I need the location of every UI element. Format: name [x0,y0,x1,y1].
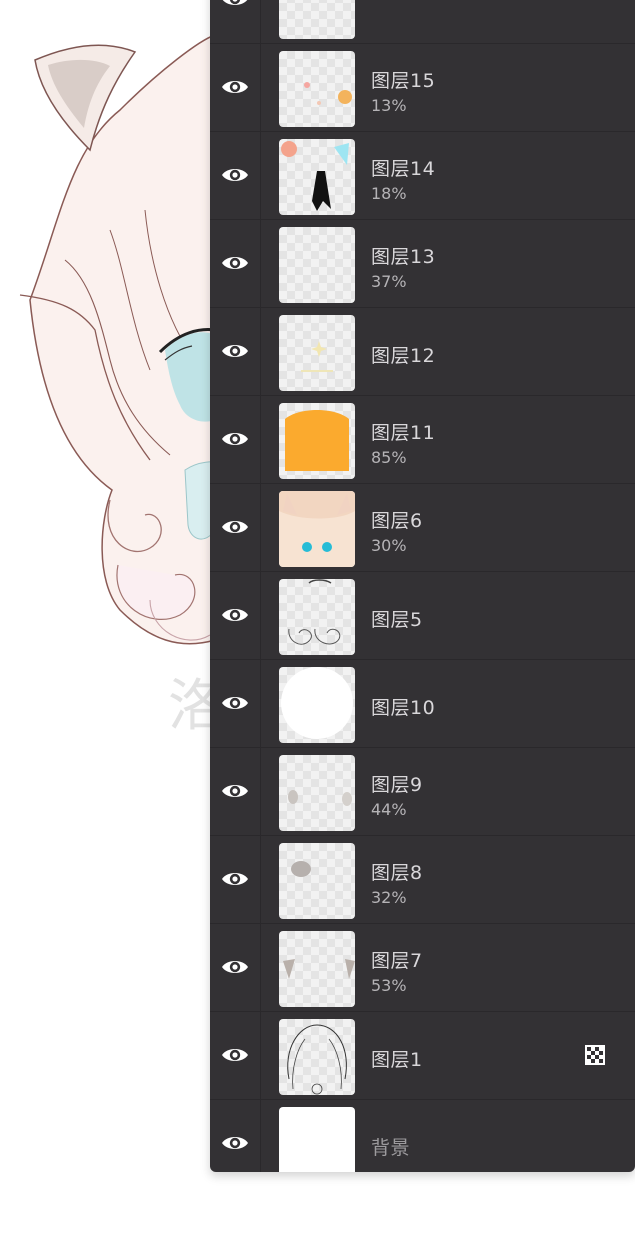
visibility-toggle[interactable] [210,924,261,1011]
layer-opacity: 30% [371,536,407,555]
layer-name: 图层5 [371,609,423,631]
layer-thumbnail[interactable] [279,51,355,127]
layer-opacity: 18% [371,184,407,203]
visibility-toggle[interactable] [210,44,261,131]
layer-thumbnail[interactable] [279,579,355,655]
layer-name: 图层1 [371,1049,423,1071]
visibility-toggle[interactable] [210,1012,261,1099]
layer-thumbnail[interactable] [279,491,355,567]
layer-name: 图层7 [371,950,423,972]
alpha-lock-icon[interactable] [585,1045,605,1065]
layer-row[interactable]: 图层1 [210,1012,635,1100]
layer-name: 图层13 [371,246,436,268]
layer-opacity: 37% [371,272,407,291]
eye-icon[interactable] [221,253,249,273]
layer-name: 图层14 [371,158,436,180]
layer-row[interactable]: 图层7 53% [210,924,635,1012]
layer-thumbnail[interactable] [279,1019,355,1095]
layer-name: 图层11 [371,422,436,444]
layer-opacity: 44% [371,800,407,819]
visibility-toggle[interactable] [210,220,261,307]
layer-thumbnail[interactable] [279,667,355,743]
eye-icon[interactable] [221,957,249,977]
eye-icon[interactable] [221,517,249,537]
layer-opacity: 32% [371,888,407,907]
eye-icon[interactable] [221,165,249,185]
layer-row[interactable]: 图层11 85% [210,396,635,484]
layer-thumbnail[interactable] [279,0,355,39]
layer-name: 图层15 [371,70,436,92]
eye-icon[interactable] [221,781,249,801]
layer-name: 图层12 [371,345,436,367]
layer-thumbnail[interactable] [279,931,355,1007]
eye-icon[interactable] [221,693,249,713]
visibility-toggle[interactable] [210,396,261,483]
layer-row[interactable]: 图层14 18% [210,132,635,220]
layer-thumbnail[interactable] [279,403,355,479]
layer-name: 背景 [371,1137,411,1159]
layer-row[interactable]: 图层8 32% [210,836,635,924]
layers-list[interactable]: 35%图层1513%图层1418%图层1337%图层12图层1185%图层630… [210,0,635,1172]
layer-thumbnail[interactable] [279,755,355,831]
layer-row[interactable]: 图层15 13% [210,44,635,132]
visibility-toggle[interactable] [210,572,261,659]
layer-thumbnail[interactable] [279,1107,355,1172]
layers-panel: 35%图层1513%图层1418%图层1337%图层12图层1185%图层630… [210,0,635,1172]
visibility-toggle[interactable] [210,132,261,219]
visibility-toggle[interactable] [210,484,261,571]
visibility-toggle[interactable] [210,660,261,747]
eye-icon[interactable] [221,0,249,9]
eye-icon[interactable] [221,605,249,625]
layer-thumbnail[interactable] [279,139,355,215]
layer-opacity: 13% [371,96,407,115]
layer-row[interactable]: 图层5 [210,572,635,660]
eye-icon[interactable] [221,341,249,361]
layer-row-background[interactable]: 背景 [210,1100,635,1172]
layer-thumbnail[interactable] [279,227,355,303]
layer-name: 图层6 [371,510,423,532]
visibility-toggle[interactable] [210,1100,261,1172]
visibility-toggle[interactable] [210,748,261,835]
layer-row[interactable]: 图层13 37% [210,220,635,308]
layer-thumbnail[interactable] [279,843,355,919]
eye-icon[interactable] [221,1045,249,1065]
layer-name: 图层8 [371,862,423,884]
layer-opacity: 53% [371,976,407,995]
layer-row[interactable]: 图层9 44% [210,748,635,836]
layer-row[interactable]: 图层6 30% [210,484,635,572]
visibility-toggle[interactable] [210,836,261,923]
layer-thumbnail[interactable] [279,315,355,391]
layer-name: 图层10 [371,697,436,719]
visibility-toggle[interactable] [210,308,261,395]
layer-opacity: 85% [371,448,407,467]
layer-row[interactable]: 图层10 [210,660,635,748]
layer-row[interactable]: 图层12 [210,308,635,396]
eye-icon[interactable] [221,429,249,449]
eye-icon[interactable] [221,869,249,889]
visibility-toggle[interactable] [210,0,261,43]
eye-icon[interactable] [221,77,249,97]
layer-name: 图层9 [371,774,423,796]
eye-icon[interactable] [221,1133,249,1153]
layer-row[interactable]: 35% [210,0,635,44]
